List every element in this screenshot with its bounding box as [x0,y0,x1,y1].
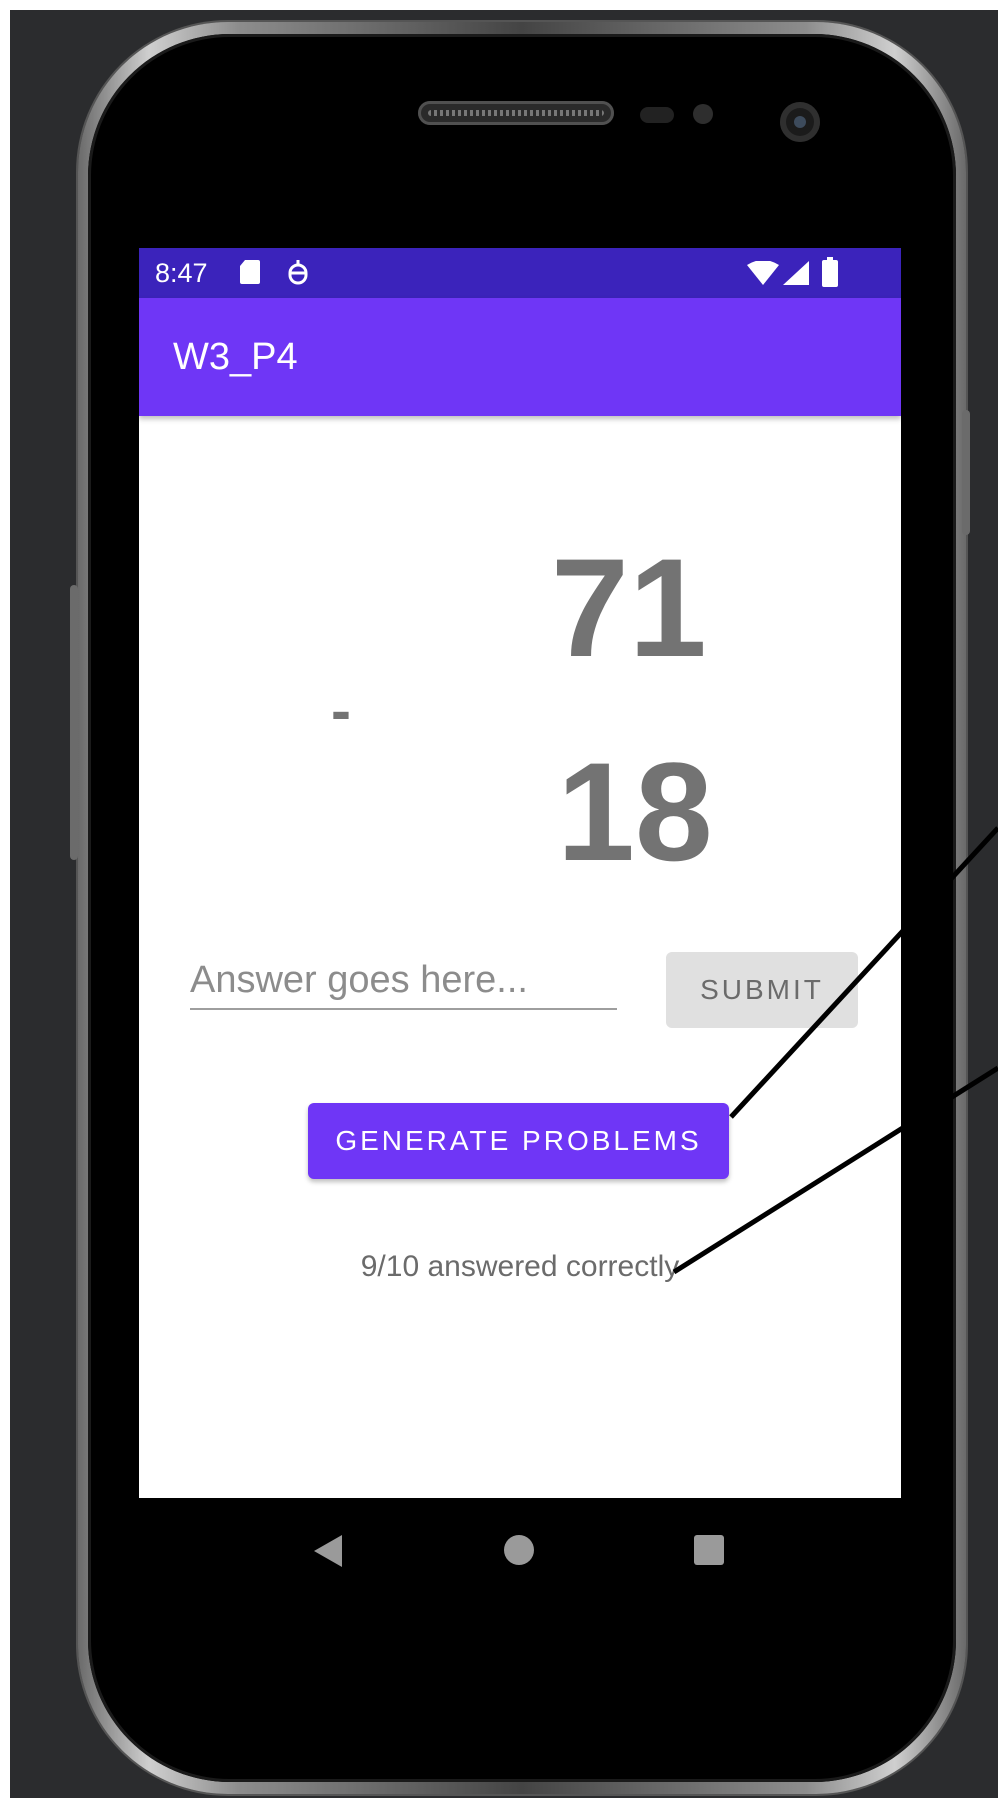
operator-sign: - [331,677,351,744]
device-screen: 8:47 W3_P4 71 - 18 Answer goes here... S… [139,248,901,1600]
generate-problems-button[interactable]: GENERATE PROBLEMS [308,1103,729,1179]
score-text: 9/10 answered correctly [360,1250,680,1283]
status-time: 8:47 [155,258,208,288]
battery-icon [822,257,838,292]
home-icon[interactable] [503,1534,535,1571]
bottom-operand: 18 [557,733,713,890]
main-content: 71 - 18 SUBMIT GENERATE PROBLEMS 9/10 an… [139,416,901,1498]
submit-button[interactable]: SUBMIT [666,952,858,1028]
volume-button [70,585,78,860]
app-title: W3_P4 [173,336,298,378]
wifi-icon [747,260,779,290]
proximity-sensor [640,107,674,123]
front-camera [780,102,820,142]
recents-icon[interactable] [693,1534,725,1571]
notification-icon [286,259,310,292]
answer-input[interactable] [190,952,617,1010]
cell-signal-icon [783,261,809,290]
light-sensor [693,104,713,124]
sd-card-icon [239,259,261,290]
back-icon[interactable] [312,1533,344,1574]
navigation-bar [139,1498,901,1600]
earpiece-speaker [418,101,614,125]
top-operand: 71 [551,529,707,686]
power-button [962,410,970,535]
app-bar: W3_P4 [139,298,901,416]
status-bar: 8:47 [139,248,901,298]
